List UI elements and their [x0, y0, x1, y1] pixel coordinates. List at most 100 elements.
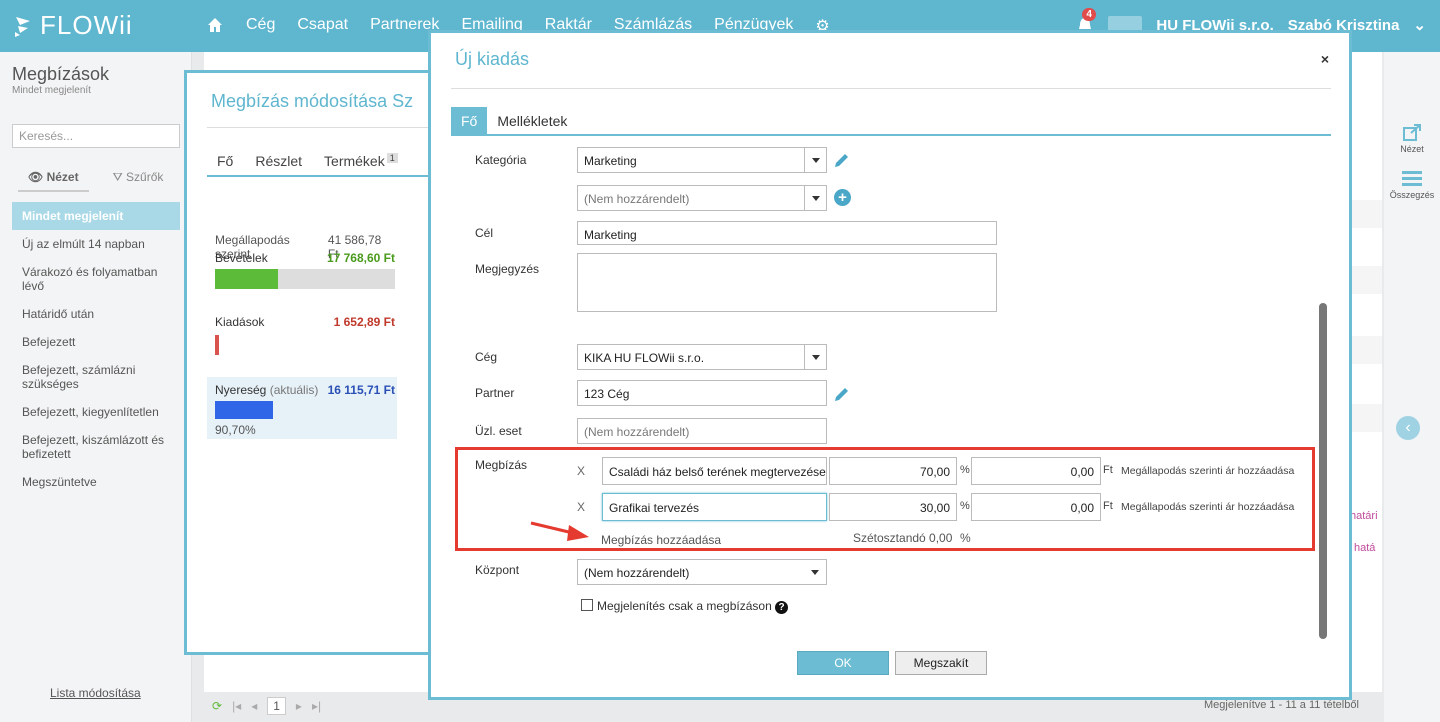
category-select[interactable]: Marketing: [577, 147, 827, 173]
tab-detail[interactable]: Részlet: [255, 153, 302, 169]
sidebar-list: Mindet megjelenít Új az elmúlt 14 napban…: [12, 202, 180, 496]
modal-tabs: Fő Mellékletek: [451, 107, 577, 135]
page-number-input[interactable]: 1: [267, 697, 286, 715]
sidebar-item[interactable]: Befejezett, számlázni szükséges: [12, 356, 180, 398]
flowii-logo-icon: [12, 15, 34, 37]
show-only-on-order-checkbox[interactable]: [581, 599, 593, 611]
company-select[interactable]: KIKA HU FLOWii s.r.o.: [577, 344, 827, 370]
cancel-button[interactable]: Megszakít: [895, 651, 987, 675]
nav-company[interactable]: Cég: [246, 16, 275, 36]
sidebar-item[interactable]: Befejezett, kiegyenlítetlen: [12, 398, 180, 426]
prev-page-icon[interactable]: ◂: [251, 699, 257, 713]
chevron-down-icon[interactable]: ⌄: [1413, 16, 1426, 34]
modal-title: Új kiadás: [455, 49, 530, 69]
percent-sign: %: [960, 500, 970, 512]
order-amount-input[interactable]: 0,00: [971, 457, 1101, 485]
sidebar-item[interactable]: Új az elmúlt 14 napban: [12, 230, 180, 258]
pager: ⟳ |◂ ◂ 1 ▸ ▸|: [212, 697, 321, 715]
partner-input[interactable]: 123 Cég: [577, 380, 827, 406]
business-case-input[interactable]: (Nem hozzárendelt): [577, 418, 827, 444]
eye-icon: 👁: [28, 170, 47, 184]
remove-order-icon[interactable]: X: [577, 500, 585, 514]
order-percent-input[interactable]: 30,00: [829, 493, 957, 521]
tab-main[interactable]: Fő: [217, 153, 233, 169]
edit-order-modal: Megbízás módosítása Sz Fő Részlet Termék…: [184, 70, 433, 655]
order-percent-input[interactable]: 70,00: [829, 457, 957, 485]
background-deadline-text: hatá: [1354, 542, 1376, 554]
tab-products[interactable]: Termékek 1: [324, 153, 398, 169]
nav-team[interactable]: Csapat: [297, 16, 348, 36]
income-value: 17 768,60 Ft: [326, 251, 395, 265]
last-page-icon[interactable]: ▸|: [312, 699, 321, 713]
chevron-down-icon: [804, 560, 826, 584]
order-name-input[interactable]: Grafikai tervezés: [602, 493, 827, 521]
search-input[interactable]: Keresés...: [12, 124, 180, 148]
rail-view[interactable]: Nézet: [1384, 124, 1440, 154]
tab-main[interactable]: Fő: [451, 107, 488, 135]
external-link-icon: [1402, 124, 1422, 142]
edit-list-link[interactable]: Lista módosítása: [50, 686, 141, 700]
refresh-icon[interactable]: ⟳: [212, 699, 222, 713]
help-icon[interactable]: ?: [775, 601, 788, 614]
chevron-down-icon: [804, 345, 826, 369]
rail-view-label: Nézet: [1400, 144, 1424, 154]
center-value: (Nem hozzárendelt): [584, 566, 690, 580]
next-page-icon[interactable]: ▸: [296, 699, 302, 713]
remove-order-icon[interactable]: X: [577, 464, 585, 478]
tab-view[interactable]: 👁 Nézet: [18, 164, 89, 192]
collapse-left-icon[interactable]: ‹: [1396, 416, 1420, 440]
tab-filters-label: Szűrők: [126, 170, 164, 184]
distribute-percent-sign: %: [960, 531, 971, 545]
close-icon[interactable]: ×: [1321, 51, 1329, 67]
edit-pencil-icon[interactable]: [833, 151, 851, 169]
rail-summary[interactable]: Összegzés: [1384, 170, 1440, 200]
sidebar-item[interactable]: Várakozó és folyamatban lévő: [12, 258, 180, 300]
tab-products-label: Termékek: [324, 153, 385, 169]
note-label: Megjegyzés: [475, 262, 540, 276]
edit-order-tabs: Fő Részlet Termékek 1: [217, 153, 398, 169]
currency-label: Ft: [1103, 500, 1113, 512]
edit-pencil-icon[interactable]: [833, 385, 851, 403]
income-bar-fill: [215, 269, 278, 289]
sidebar-item[interactable]: Befejezett: [12, 328, 180, 356]
note-textarea[interactable]: [577, 253, 997, 312]
tab-view-label: Nézet: [46, 170, 79, 184]
profit-sub: (aktuális): [269, 383, 319, 397]
company-value: KIKA HU FLOWii s.r.o.: [584, 351, 705, 365]
partner-label: Partner: [475, 386, 515, 400]
add-order-link[interactable]: Megbízás hozzáadása: [601, 533, 721, 547]
sidebar-item[interactable]: Befejezett, kiszámlázott és befizetett: [12, 426, 180, 468]
right-rail: Nézet Összegzés: [1384, 52, 1440, 722]
modal-scrollbar[interactable]: [1319, 303, 1327, 639]
expense-value: 1 652,89 Ft: [333, 315, 395, 329]
chevron-down-icon: [804, 186, 826, 210]
new-expense-modal: Új kiadás × Fő Mellékletek Kategória Mar…: [428, 30, 1352, 700]
category-label: Kategória: [475, 153, 527, 167]
order-amount-input[interactable]: 0,00: [971, 493, 1101, 521]
profit-bar-fill: [215, 401, 273, 419]
distribute-remaining: Szétosztandó 0,00: [853, 531, 953, 545]
add-agreed-price-link[interactable]: Megállapodás szerinti ár hozzáadása: [1121, 501, 1294, 513]
sidebar-item[interactable]: Mindet megjelenít: [12, 202, 180, 230]
sidebar-item[interactable]: Megszüntetve: [12, 468, 180, 496]
left-sidebar: Megbízások Mindet megjelenít Keresés... …: [0, 52, 192, 722]
add-plus-icon[interactable]: +: [834, 189, 851, 206]
subcategory-value: (Nem hozzárendelt): [584, 192, 690, 206]
center-select[interactable]: (Nem hozzárendelt): [577, 559, 827, 585]
first-page-icon[interactable]: |◂: [232, 699, 241, 713]
goal-input[interactable]: Marketing: [577, 221, 997, 245]
tab-filters[interactable]: ⛛ Szűrők: [103, 164, 174, 192]
red-arrow-icon: [530, 521, 589, 541]
subcategory-select[interactable]: (Nem hozzárendelt): [577, 185, 827, 211]
sidebar-item[interactable]: Határidő után: [12, 300, 180, 328]
home-icon[interactable]: [206, 16, 224, 34]
tab-attachments[interactable]: Mellékletek: [487, 107, 577, 135]
ok-button[interactable]: OK: [797, 651, 889, 675]
income-row: Bevételek 17 768,60 Ft: [215, 251, 395, 289]
add-agreed-price-link[interactable]: Megállapodás szerinti ár hozzáadása: [1121, 465, 1294, 477]
order-name-input[interactable]: Családi ház belső terének megtervezése: [602, 457, 827, 485]
app-logo[interactable]: FLOWii: [12, 10, 133, 41]
filter-icon: ⛛: [112, 170, 127, 184]
notification-count: 4: [1082, 8, 1096, 21]
company-label: Cég: [475, 350, 498, 364]
